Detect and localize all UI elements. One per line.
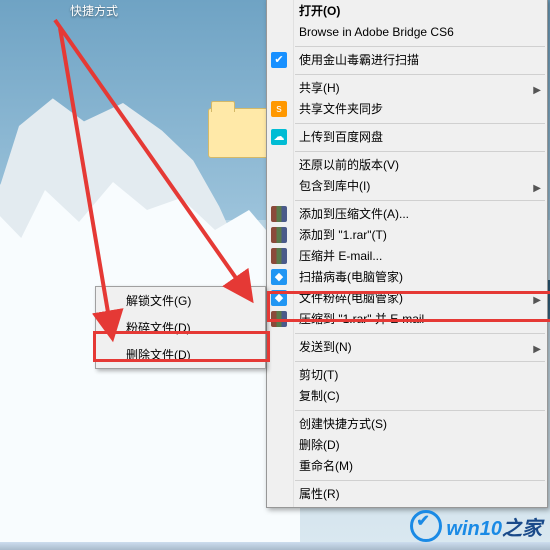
submenu-shred-file[interactable]: 粉碎文件(D) bbox=[96, 314, 265, 341]
submenu-arrow-icon: ▶ bbox=[533, 83, 541, 98]
menu-separator bbox=[295, 151, 545, 152]
menu-scan-virus-qq[interactable]: ◆扫描病毒(电脑管家) bbox=[267, 267, 547, 288]
menu-compress-1rar-email[interactable]: 压缩到 "1.rar" 并 E-mail bbox=[267, 309, 547, 330]
menu-include-library[interactable]: 包含到库中(I)▶ bbox=[267, 176, 547, 197]
menu-separator bbox=[295, 410, 545, 411]
winrar-icon bbox=[271, 248, 287, 264]
sync-icon: s bbox=[271, 101, 287, 117]
menu-separator bbox=[295, 74, 545, 75]
menu-upload-baidu[interactable]: ☁上传到百度网盘 bbox=[267, 127, 547, 148]
secondary-submenu: 解锁文件(G) 粉碎文件(D) 删除文件(D) bbox=[95, 286, 266, 369]
menu-separator bbox=[295, 200, 545, 201]
watermark: win10之家 bbox=[410, 510, 542, 542]
menu-separator bbox=[295, 46, 545, 47]
menu-send-to[interactable]: 发送到(N)▶ bbox=[267, 337, 547, 358]
submenu-arrow-icon: ▶ bbox=[533, 293, 541, 308]
menu-separator bbox=[295, 480, 545, 481]
menu-compress-email[interactable]: 压缩并 E-mail... bbox=[267, 246, 547, 267]
menu-copy[interactable]: 复制(C) bbox=[267, 386, 547, 407]
menu-file-shred-qq[interactable]: ◆文件粉碎(电脑管家)▶ bbox=[267, 288, 547, 309]
context-menu: 打开(O) Browse in Adobe Bridge CS6 ✔使用金山毒霸… bbox=[266, 0, 548, 508]
screenshot-stage: 快捷方式 解锁文件(G) 粉碎文件(D) 删除文件(D) 打开(O) Brows… bbox=[0, 0, 550, 550]
qq-guard-icon: ◆ bbox=[271, 269, 287, 285]
menu-properties[interactable]: 属性(R) bbox=[267, 484, 547, 505]
menu-share-folder-sync[interactable]: s共享文件夹同步 bbox=[267, 99, 547, 120]
menu-share[interactable]: 共享(H)▶ bbox=[267, 78, 547, 99]
submenu-arrow-icon: ▶ bbox=[533, 342, 541, 357]
selected-folder-icon[interactable] bbox=[208, 108, 270, 158]
shield-check-icon: ✔ bbox=[271, 52, 287, 68]
menu-cut[interactable]: 剪切(T) bbox=[267, 365, 547, 386]
taskbar-fragment bbox=[0, 542, 550, 550]
menu-browse-bridge[interactable]: Browse in Adobe Bridge CS6 bbox=[267, 22, 547, 43]
cloud-icon: ☁ bbox=[271, 129, 287, 145]
menu-jinshan-scan[interactable]: ✔使用金山毒霸进行扫描 bbox=[267, 50, 547, 71]
winrar-icon bbox=[271, 227, 287, 243]
menu-rename[interactable]: 重命名(M) bbox=[267, 456, 547, 477]
winrar-icon bbox=[271, 311, 287, 327]
menu-separator bbox=[295, 333, 545, 334]
menu-add-archive[interactable]: 添加到压缩文件(A)... bbox=[267, 204, 547, 225]
menu-restore-versions[interactable]: 还原以前的版本(V) bbox=[267, 155, 547, 176]
submenu-arrow-icon: ▶ bbox=[533, 181, 541, 196]
menu-separator bbox=[295, 123, 545, 124]
window-title-fragment: 快捷方式 bbox=[70, 2, 118, 19]
menu-open[interactable]: 打开(O) bbox=[267, 1, 547, 22]
winrar-icon bbox=[271, 206, 287, 222]
menu-create-shortcut[interactable]: 创建快捷方式(S) bbox=[267, 414, 547, 435]
menu-delete[interactable]: 删除(D) bbox=[267, 435, 547, 456]
watermark-logo-icon bbox=[410, 510, 442, 542]
menu-add-1rar[interactable]: 添加到 "1.rar"(T) bbox=[267, 225, 547, 246]
submenu-delete-file[interactable]: 删除文件(D) bbox=[96, 341, 265, 368]
qq-guard-icon: ◆ bbox=[271, 290, 287, 306]
submenu-unlock-file[interactable]: 解锁文件(G) bbox=[96, 287, 265, 314]
menu-separator bbox=[295, 361, 545, 362]
